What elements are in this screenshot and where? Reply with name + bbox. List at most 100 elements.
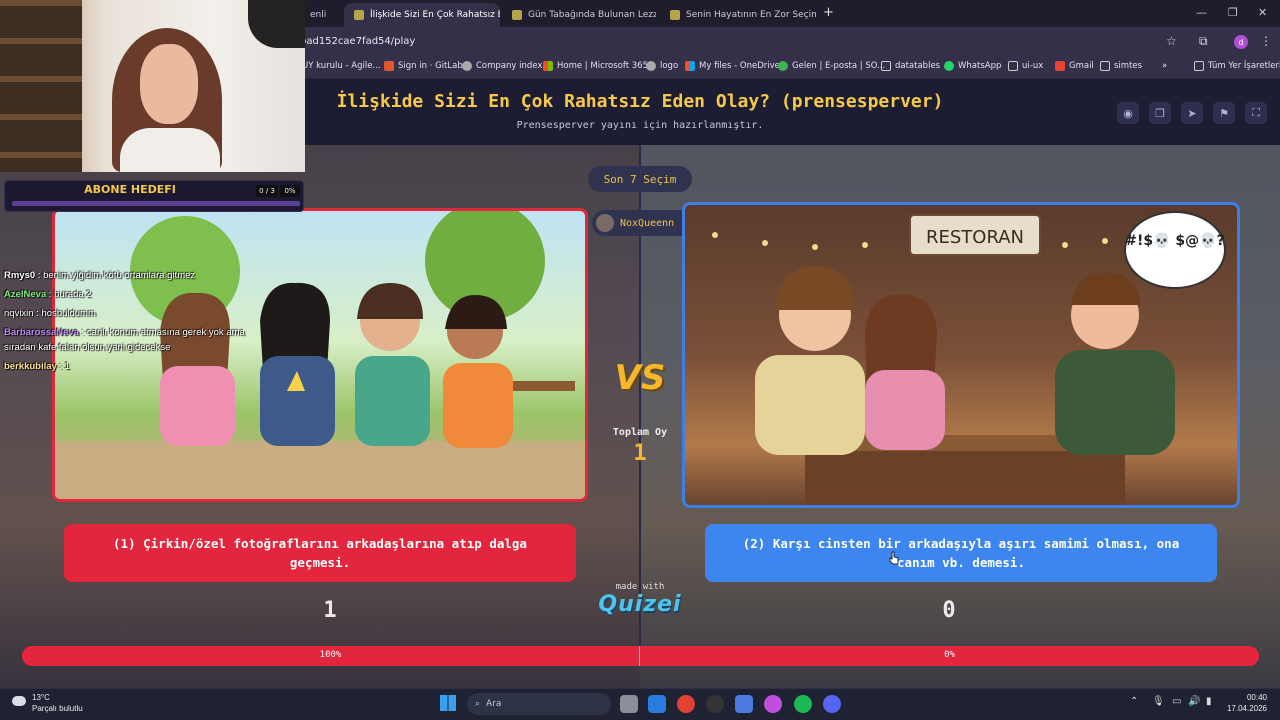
clock[interactable]: 00:40 17.04.2026 [1215,692,1267,714]
friends-laughing-illustration [55,211,585,499]
score-left: 1 [323,598,337,623]
bookmark-item[interactable]: WhatsApp [944,61,1001,71]
bookmark-item[interactable]: Gmail [1055,61,1094,71]
speech-bubble: #!$💀 $@💀? [1125,232,1224,249]
discord-icon[interactable] [823,695,841,713]
battery-icon[interactable]: ▮ [1206,696,1212,707]
option-right-button[interactable]: (2) Karşı cinsten bir arkadaşıyla aşırı … [705,524,1217,582]
mic-icon[interactable]: 🎙 [1152,696,1165,707]
option-right-image[interactable]: RESTORAN #!$💀 $@💀? [682,202,1240,508]
recent-voter: NoxQueenn [592,210,684,236]
chat-message: Rmys0 : benim yiğidim kötü ortamlara git… [4,270,195,281]
hand-cursor-icon [889,550,899,565]
minimize-icon[interactable]: — [1196,6,1207,19]
task-view-icon[interactable] [620,695,638,713]
spotify-icon[interactable] [794,695,812,713]
chat-text: : burada 2 [48,289,92,300]
send-icon[interactable]: ➤ [1181,102,1203,124]
maximize-icon[interactable]: ❐ [1228,6,1238,19]
obs-icon[interactable] [706,695,724,713]
bookmark-item[interactable]: Sign in · GitLab [384,61,463,71]
network-icon[interactable]: ▭ [1172,696,1181,707]
menu-icon[interactable]: ⋮ [1260,34,1272,48]
option-left-image[interactable] [52,208,588,502]
windows-start-icon[interactable] [440,695,456,711]
goal-count: 0 / 3 [256,185,278,197]
chat-user: BarbarossaNeva [4,327,79,338]
taskbar-search[interactable]: ⌕ Ara [467,693,611,715]
bookmark-item[interactable]: Company index [462,61,542,71]
option-left-button[interactable]: (1) Çirkin/özel fotoğraflarını arkadaşla… [64,524,576,582]
url-text[interactable]: bad152cae7fad54/play [300,36,415,47]
extensions-icon[interactable]: ⧉ [1199,34,1208,49]
restaurant-couple-illustration: RESTORAN #!$💀 $@💀? [712,211,1226,505]
windows-taskbar [0,688,1280,720]
avatar [596,214,614,232]
tab-previous[interactable]: enli [300,3,342,27]
clock-time: 00:40 [1246,693,1267,702]
bookmark-item[interactable]: My files - OneDrive [685,61,780,71]
made-with-label: made with [615,582,665,592]
volume-icon[interactable]: 🔊 [1188,696,1200,707]
flag-icon[interactable]: ⚑ [1213,102,1235,124]
eye-icon[interactable]: ◉ [1117,102,1139,124]
microsoft-icon [543,61,553,71]
bookmark-item[interactable]: Home | Microsoft 365 [543,61,648,71]
quiz-title: İlişkide Sizi En Çok Rahatsız Eden Olay?… [336,91,944,112]
bookmark-item[interactable]: logo [646,61,678,71]
total-votes-label: Toplam Oy [612,427,668,438]
tab-hardest-choice[interactable]: Senin Hayatının En Zor Seçimi✕ [660,3,816,27]
quizei-logo[interactable]: Quizei [592,592,688,617]
goal-progress-bar [12,201,300,206]
chrome-profile-icon[interactable] [764,695,782,713]
bookmark-item[interactable]: UY kurulu - Agile... [302,61,381,71]
tab-food[interactable]: Gün Tabağında Bulunan Lezzetli✕ [502,3,656,27]
chat-user: nqvixin [4,308,34,319]
chat-text: sıradan kafe falan olsun yani gidecekse [4,342,171,353]
app-icon[interactable] [735,695,753,713]
bookmark-label: WhatsApp [958,61,1002,71]
new-tab-button[interactable]: + [823,5,834,20]
bookmark-label: UY kurulu - Agile... [302,61,381,71]
copy-icon[interactable]: ❐ [1149,102,1171,124]
globe-icon [462,61,472,71]
close-window-icon[interactable]: ✕ [1258,6,1267,19]
bookmarks-overflow[interactable]: » [1162,61,1167,71]
voter-name: NoxQueenn [620,217,675,229]
all-bookmarks[interactable]: Tüm Yer İşaretleri [1194,61,1280,71]
bookmark-item[interactable]: datatables [881,61,940,71]
globe-icon [646,61,656,71]
score-right: 0 [942,598,956,623]
whatsapp-icon [944,61,954,71]
fullscreen-icon[interactable]: ⛶ [1245,102,1267,124]
total-votes-value: 1 [633,441,647,466]
clock-date: 17.04.2026 [1226,704,1267,713]
gitlab-icon [384,61,394,71]
microsoft-icon [685,61,695,71]
chat-message: berkkubilay : 1 [4,361,70,372]
tab-label: Gün Tabağında Bulunan Lezzetli [528,10,656,20]
folder-icon [881,61,891,71]
bookmark-item[interactable]: simtes [1100,61,1142,71]
profile-avatar[interactable]: d [1234,35,1248,49]
search-icon: ⌕ [475,699,481,709]
store-icon[interactable] [648,695,666,713]
folder-icon [1100,61,1110,71]
chat-message: BarbarossaNeva : canlı konum atmasına ge… [4,327,245,338]
streamer-body [120,128,220,172]
bookshelf [0,0,82,172]
chrome-icon[interactable] [677,695,695,713]
star-icon[interactable]: ☆ [1166,34,1177,48]
bookmark-item[interactable]: ui-ux [1008,61,1043,71]
goal-title: ABONE HEDEFI [84,183,176,196]
bookmark-label: My files - OneDrive [699,61,780,71]
chat-user: berkkubilay [4,361,57,372]
tab-active-quiz[interactable]: İlişkide Sizi En Çok Rahatsız Ede✕ [344,3,500,27]
tray-overflow-icon[interactable]: ⌃ [1130,696,1138,707]
bookmark-label: Home | Microsoft 365 [557,61,648,71]
bookmark-item[interactable]: Gelen | E-posta | SO... [778,61,885,71]
percent-right: 0% [944,650,955,660]
chat-user: Rmys0 [4,270,36,281]
vs-lightning-icon: VS [614,358,666,398]
restaurant-sign: RESTORAN [926,227,1024,248]
